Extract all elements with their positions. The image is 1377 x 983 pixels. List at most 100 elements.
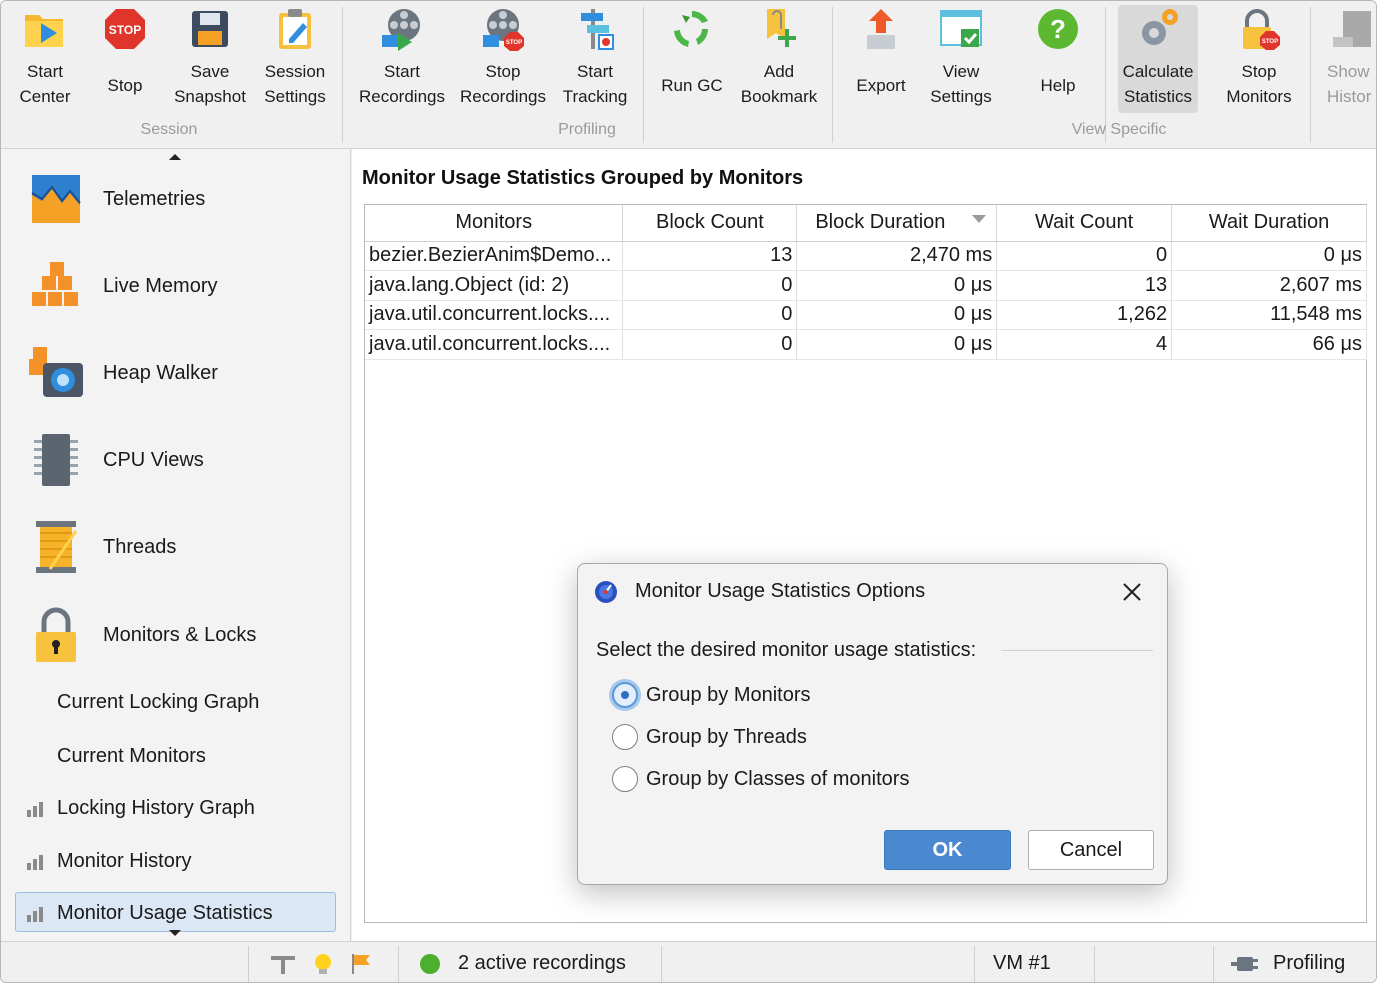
view-settings-icon [937, 5, 985, 53]
sidebar-subitem-current-monitors[interactable]: Current Monitors [57, 745, 206, 768]
status-separator [974, 946, 975, 982]
toolbar-separator [832, 7, 833, 143]
history-icon [1327, 5, 1375, 53]
status-profiling-mode[interactable]: Profiling [1229, 952, 1345, 975]
table-row[interactable]: java.lang.Object (id: 2) 0 0 μs 13 2,607… [365, 270, 1367, 301]
start-center-button[interactable]: Start Center [7, 5, 83, 113]
plug-icon [1231, 956, 1258, 971]
ok-button[interactable]: OK [884, 830, 1011, 870]
cell-block-duration: 0 μs [796, 270, 998, 301]
status-separator [1094, 946, 1095, 982]
radio-group-by-classes[interactable]: Group by Classes of monitors [612, 766, 909, 792]
cell-block-count: 0 [622, 329, 798, 360]
group-label-view-specific: View Specific [1071, 121, 1167, 138]
recording-indicator-icon [420, 953, 440, 974]
calculate-statistics-button[interactable]: Calculate Statistics [1118, 5, 1198, 113]
film-reel-play-icon [378, 5, 426, 53]
column-header-wait-duration[interactable]: Wait Duration [1171, 205, 1367, 242]
pin-icon[interactable] [269, 952, 297, 976]
radio-button[interactable] [612, 724, 638, 750]
show-history-button[interactable]: Show Histor [1319, 5, 1376, 113]
cell-block-duration: 0 μs [796, 329, 998, 360]
radio-group-by-threads[interactable]: Group by Threads [612, 724, 807, 750]
stop-recordings-button[interactable]: STOP Stop Recordings [457, 5, 549, 113]
status-recordings[interactable]: 2 active recordings [419, 952, 626, 975]
svg-text:STOP: STOP [506, 40, 522, 46]
cell-wait-count: 0 [996, 241, 1173, 271]
dialog-prompt: Select the desired monitor usage statist… [596, 639, 977, 661]
column-header-monitors[interactable]: Monitors [365, 205, 624, 242]
toolbar: Start Center STOP Stop Save Snapshot Ses… [1, 1, 1376, 149]
cancel-button[interactable]: Cancel [1028, 830, 1154, 870]
cell-monitor: java.util.concurrent.locks.... [365, 300, 624, 330]
status-tool-icons [269, 952, 373, 976]
flag-icon[interactable] [349, 952, 373, 976]
sidebar-subitem-locking-history-graph[interactable]: Locking History Graph [25, 797, 255, 820]
thread-spool-icon [25, 517, 87, 577]
close-icon[interactable] [1118, 578, 1146, 606]
export-arrow-icon [857, 5, 905, 53]
sidebar: Telemetries Live Memory Heap Walker CPU … [1, 149, 351, 941]
status-separator [661, 946, 662, 982]
lock-icon [25, 605, 87, 665]
cell-wait-duration: 0 μs [1171, 241, 1367, 271]
radio-button[interactable] [612, 766, 638, 792]
column-header-block-duration[interactable]: Block Duration [796, 205, 998, 242]
status-bar: 2 active recordings VM #1 Profiling [1, 941, 1376, 982]
heap-walker-icon [25, 343, 87, 403]
app-window: Start Center STOP Stop Save Snapshot Ses… [0, 0, 1377, 983]
svg-text:?: ? [1050, 14, 1066, 44]
telemetries-icon [25, 169, 87, 229]
sidebar-item-threads[interactable]: Threads [25, 517, 176, 577]
cell-block-count: 0 [622, 270, 798, 301]
status-vm[interactable]: VM #1 [993, 952, 1051, 975]
export-button[interactable]: Export [847, 5, 915, 113]
sidebar-item-live-memory[interactable]: Live Memory [25, 256, 217, 316]
cell-block-duration: 2,470 ms [796, 241, 998, 271]
sidebar-subitem-monitor-usage-statistics[interactable]: Monitor Usage Statistics [25, 902, 273, 925]
sidebar-item-cpu-views[interactable]: CPU Views [25, 430, 204, 490]
add-bookmark-button[interactable]: Add Bookmark [737, 5, 821, 113]
cpu-chip-icon [25, 430, 87, 490]
cell-monitor: bezier.BezierAnim$Demo... [365, 241, 624, 271]
column-header-wait-count[interactable]: Wait Count [996, 205, 1173, 242]
sidebar-item-heap-walker[interactable]: Heap Walker [25, 343, 218, 403]
lock-stop-icon: STOP [1235, 5, 1283, 53]
start-recordings-button[interactable]: Start Recordings [357, 5, 447, 113]
bar-chart-icon [27, 906, 43, 922]
sidebar-item-monitors-locks[interactable]: Monitors & Locks [25, 605, 256, 665]
help-icon: ? [1034, 5, 1082, 53]
run-gc-button[interactable]: Run GC [657, 5, 727, 113]
help-button[interactable]: ? Help [1025, 5, 1091, 113]
cell-wait-count: 1,262 [996, 300, 1173, 330]
scroll-up-arrow-icon[interactable] [169, 154, 181, 160]
table-row[interactable]: java.util.concurrent.locks.... 0 0 μs 1,… [365, 300, 1367, 330]
view-settings-button[interactable]: View Settings [923, 5, 999, 113]
lightbulb-icon[interactable] [311, 952, 335, 976]
start-center-icon [21, 5, 69, 53]
table-header-row: Monitors Block Count Block Duration Wait… [365, 205, 1367, 242]
bar-chart-icon [27, 801, 43, 817]
column-header-block-count[interactable]: Block Count [622, 205, 798, 242]
cell-wait-count: 4 [996, 329, 1173, 360]
session-settings-button[interactable]: Session Settings [257, 5, 333, 113]
view-title: Monitor Usage Statistics Grouped by Moni… [362, 167, 804, 189]
radio-group-by-monitors[interactable]: Group by Monitors [612, 682, 811, 708]
sidebar-item-telemetries[interactable]: Telemetries [25, 169, 205, 229]
cell-wait-count: 13 [996, 270, 1173, 301]
save-snapshot-button[interactable]: Save Snapshot [169, 5, 251, 113]
options-dialog: Monitor Usage Statistics Options Select … [577, 563, 1168, 885]
group-label-profiling: Profiling [558, 121, 616, 138]
svg-text:STOP: STOP [1262, 39, 1278, 45]
table-row[interactable]: bezier.BezierAnim$Demo... 13 2,470 ms 0 … [365, 241, 1367, 271]
radio-button-selected[interactable] [612, 682, 638, 708]
table-row[interactable]: java.util.concurrent.locks.... 0 0 μs 4 … [365, 329, 1367, 360]
stop-button[interactable]: STOP Stop [89, 5, 161, 113]
stop-monitors-button[interactable]: STOP Stop Monitors [1217, 5, 1301, 113]
sidebar-subitem-monitor-history[interactable]: Monitor History [25, 850, 191, 873]
scroll-down-arrow-icon[interactable] [169, 930, 181, 936]
stop-sign-icon: STOP [101, 5, 149, 53]
gears-icon [1134, 5, 1182, 53]
start-tracking-button[interactable]: Start Tracking [557, 5, 633, 113]
sidebar-subitem-current-locking-graph[interactable]: Current Locking Graph [57, 691, 259, 714]
